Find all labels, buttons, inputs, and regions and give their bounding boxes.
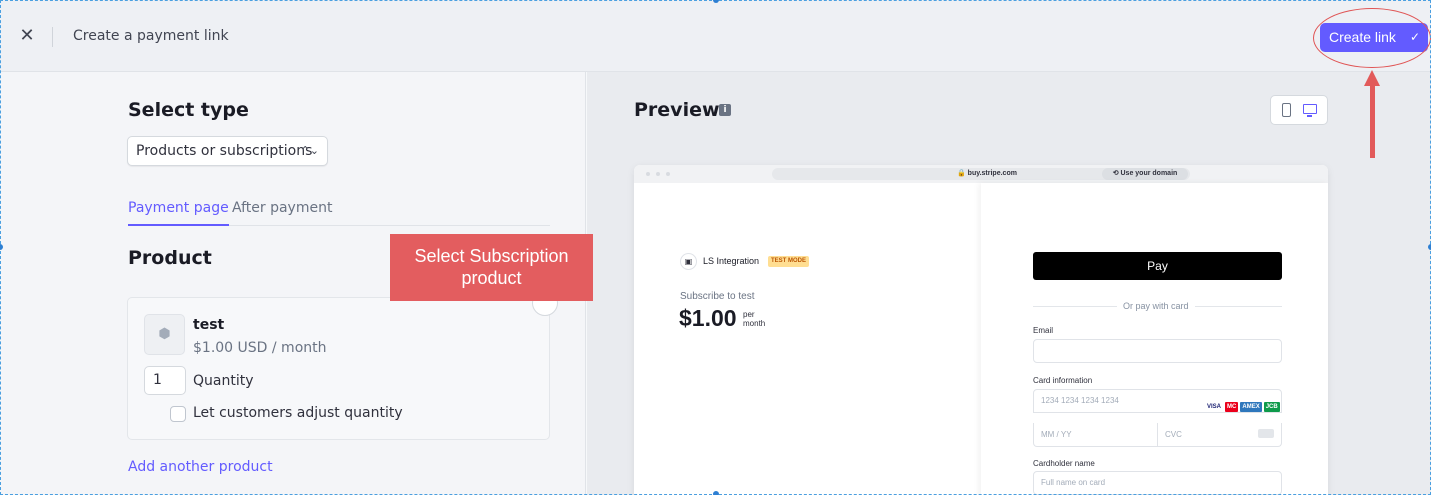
tab-payment-page[interactable]: Payment page — [128, 200, 229, 226]
tab-after-payment[interactable]: After payment — [232, 200, 332, 226]
email-field[interactable] — [1033, 339, 1282, 363]
add-another-product-link[interactable]: Add another product — [128, 459, 273, 475]
adjust-quantity-label: Let customers adjust quantity — [193, 405, 403, 421]
business-name: LS Integration — [703, 256, 760, 266]
page-header: ✕ Create a payment link Create link ✓ — [0, 0, 1431, 72]
info-icon[interactable]: i — [719, 104, 731, 116]
annotation-arrow — [1370, 84, 1375, 158]
test-mode-badge: TEST MODE — [768, 256, 810, 267]
window-dot — [656, 172, 660, 176]
cardholder-field[interactable]: Full name on card — [1033, 471, 1282, 495]
preview-pane: Preview i 🔒 buy.stripe.com ⟲ Use your do… — [587, 72, 1431, 495]
visa-icon: VISA — [1207, 404, 1222, 410]
window-dot — [666, 172, 670, 176]
header-divider — [52, 27, 53, 47]
checkout-form: Pay Or pay with card Email Card informat… — [981, 183, 1328, 495]
product-card: ⬢ test $1.00 USD / month 1 Quantity Let … — [127, 290, 558, 440]
product-heading: Product — [128, 247, 212, 269]
resize-handle[interactable] — [713, 491, 719, 495]
card-info-label: Card information — [1033, 376, 1093, 385]
create-link-button[interactable]: Create link ✓ — [1320, 23, 1428, 52]
close-icon[interactable]: ✕ — [18, 27, 36, 45]
create-link-label: Create link — [1329, 29, 1396, 45]
product-price: $1.00 USD / month — [193, 340, 327, 356]
checkout-summary: ▣ LS Integration TEST MODE Subscribe to … — [634, 183, 981, 495]
preview-heading: Preview — [634, 99, 720, 121]
browser-preview: 🔒 buy.stripe.com ⟲ Use your domain ▣ LS … — [634, 165, 1328, 495]
cvc-card-icon — [1258, 429, 1274, 438]
type-select-value: Products or subscriptions — [136, 143, 313, 159]
settings-pane: Select type Products or subscriptions ⌃⌄… — [0, 72, 593, 495]
email-label: Email — [1033, 326, 1054, 335]
or-pay-text: Or pay with card — [1117, 301, 1195, 311]
check-icon: ✓ — [1409, 30, 1420, 44]
jcb-icon: JCB — [1263, 402, 1280, 412]
quantity-input[interactable]: 1 — [144, 366, 186, 395]
apple-pay-button[interactable]: Pay — [1033, 252, 1282, 280]
subscription-amount: $1.00 — [679, 305, 737, 331]
window-dot — [646, 172, 650, 176]
adjust-quantity-checkbox[interactable] — [170, 406, 186, 422]
annotation-callout: Select Subscription product — [390, 234, 593, 301]
use-domain-pill: ⟲ Use your domain — [1102, 168, 1188, 180]
chevron-updown-icon: ⌃⌄ — [300, 144, 319, 157]
subscribe-label: Subscribe to test — [680, 291, 755, 302]
mobile-icon[interactable] — [1282, 103, 1291, 117]
desktop-icon[interactable] — [1303, 104, 1317, 117]
expiry-field[interactable]: MM / YY — [1033, 423, 1158, 447]
cardholder-label: Cardholder name — [1033, 459, 1095, 468]
business-icon: ▣ — [680, 253, 697, 270]
product-box-icon: ⬢ — [144, 314, 185, 355]
address-bar: 🔒 buy.stripe.com ⟲ Use your domain — [772, 168, 1190, 180]
page-title: Create a payment link — [73, 28, 229, 44]
tab-bar: Payment page After payment — [128, 200, 550, 226]
device-toggle — [1270, 95, 1328, 125]
type-select[interactable]: Products or subscriptions ⌃⌄ — [127, 136, 328, 166]
browser-bar: 🔒 buy.stripe.com ⟲ Use your domain — [634, 165, 1328, 183]
address-text: 🔒 buy.stripe.com — [957, 170, 1017, 177]
amex-icon: AMEX — [1240, 402, 1262, 412]
product-name: test — [193, 317, 225, 333]
mastercard-icon: MC — [1225, 402, 1239, 412]
quantity-label: Quantity — [193, 373, 254, 389]
card-brand-icons: VISA MC AMEX JCB — [1203, 402, 1280, 412]
select-type-heading: Select type — [128, 99, 249, 121]
cvc-field[interactable]: CVC — [1157, 423, 1282, 447]
subscription-period: per month — [743, 310, 766, 328]
